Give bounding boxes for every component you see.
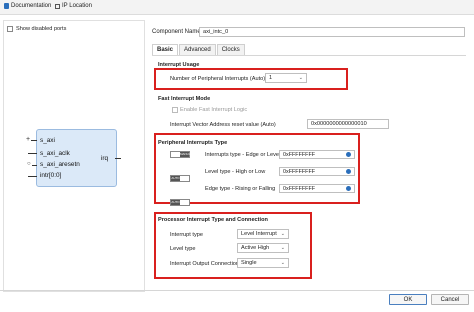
toggle-mode-text: MANUAL bbox=[180, 152, 193, 157]
port-pin bbox=[31, 140, 37, 142]
edge-level-input[interactable]: 0xFFFFFFFF bbox=[279, 150, 355, 159]
toggle-rising-falling[interactable]: AUTO bbox=[170, 199, 190, 206]
ip-location-icon bbox=[55, 3, 60, 9]
chevron-down-icon: ⌄ bbox=[298, 75, 303, 81]
edge-level-label: Interrupts type - Edge or Level bbox=[205, 152, 281, 158]
port-pin bbox=[28, 153, 37, 155]
port-s-axi: s_axi bbox=[40, 137, 55, 144]
reset-pin-icon: ○ bbox=[27, 161, 31, 167]
component-name-label: Component Name bbox=[152, 29, 201, 35]
processor-title: Processor Interrupt Type and Connection bbox=[158, 217, 268, 223]
output-connection-value: Single bbox=[241, 260, 257, 266]
level-type-value: Active High bbox=[241, 245, 270, 251]
interrupt-type-select[interactable]: Level Interrupt ⌄ bbox=[237, 229, 289, 239]
ok-button[interactable]: OK bbox=[389, 294, 427, 305]
high-low-input[interactable]: 0xFFFFFFFF bbox=[279, 167, 355, 176]
toggle-high-low[interactable]: AUTO bbox=[170, 175, 190, 182]
info-icon bbox=[346, 186, 351, 191]
port-irq: irq bbox=[101, 155, 109, 162]
documentation-label: Documentation bbox=[11, 3, 52, 9]
high-low-value: 0xFFFFFFFF bbox=[283, 168, 316, 175]
show-disabled-ports-label: Show disabled ports bbox=[16, 26, 67, 32]
plus-icon[interactable]: + bbox=[26, 136, 30, 143]
chevron-down-icon: ⌄ bbox=[280, 231, 285, 237]
interrupt-type-label: Interrupt type bbox=[170, 232, 203, 238]
chevron-down-icon: ⌄ bbox=[280, 260, 285, 266]
enable-fast-logic-checkbox[interactable] bbox=[172, 107, 178, 113]
port-pin bbox=[28, 176, 37, 178]
num-interrupts-value: 1 bbox=[269, 75, 273, 81]
chevron-down-icon: ⌄ bbox=[280, 245, 285, 251]
vector-address-label: Interrupt Vector Address reset value (Au… bbox=[170, 122, 276, 128]
level-type-label: Level type bbox=[170, 246, 196, 252]
interrupt-type-value: Level Interrupt bbox=[241, 231, 277, 237]
rising-falling-value: 0xFFFFFFFF bbox=[283, 185, 316, 192]
cancel-button[interactable]: Cancel bbox=[431, 294, 469, 305]
tab-bar: Basic Advanced Clocks bbox=[152, 44, 246, 55]
output-connection-label: Interrupt Output Connection bbox=[170, 261, 240, 267]
fast-mode-title: Fast Interrupt Mode bbox=[158, 96, 211, 102]
tab-divider bbox=[152, 55, 466, 56]
tab-advanced[interactable]: Advanced bbox=[179, 44, 216, 55]
rising-falling-input[interactable]: 0xFFFFFFFF bbox=[279, 184, 355, 193]
toggle-mode-text: AUTO bbox=[171, 176, 180, 181]
peripheral-title: Peripheral Interrupts Type bbox=[158, 140, 228, 146]
rising-falling-label: Edge type - Rising or Falling bbox=[205, 186, 276, 192]
tab-clocks[interactable]: Clocks bbox=[216, 44, 245, 55]
documentation-icon bbox=[4, 3, 9, 9]
show-disabled-ports-checkbox[interactable] bbox=[7, 26, 13, 32]
ip-location-link[interactable]: IP Location bbox=[55, 3, 92, 9]
high-low-label: Level type - High or Low bbox=[205, 169, 266, 175]
info-icon bbox=[346, 169, 351, 174]
vector-address-input[interactable]: 0x0000000000000010 bbox=[307, 119, 389, 129]
num-interrupts-select[interactable]: 1 ⌄ bbox=[265, 73, 307, 83]
component-name-input[interactable]: axi_intc_0 bbox=[199, 27, 465, 37]
port-s-axi-aresetn: s_axi_aresetn bbox=[40, 161, 80, 168]
toggle-mode-text: AUTO bbox=[171, 200, 180, 205]
toggle-edge-level[interactable]: MANUAL bbox=[170, 151, 193, 158]
port-s-axi-aclk: s_axi_aclk bbox=[40, 150, 70, 157]
port-pin bbox=[32, 165, 37, 167]
port-pin bbox=[115, 158, 121, 160]
footer-divider bbox=[0, 290, 474, 291]
documentation-link[interactable]: Documentation bbox=[4, 3, 51, 9]
info-icon bbox=[346, 152, 351, 157]
tab-basic[interactable]: Basic bbox=[152, 44, 179, 55]
port-intr: intr[0:0] bbox=[40, 172, 62, 179]
level-type-select[interactable]: Active High ⌄ bbox=[237, 243, 289, 253]
output-connection-select[interactable]: Single ⌄ bbox=[237, 258, 289, 268]
num-interrupts-label: Number of Peripheral Interrupts (Auto) bbox=[170, 76, 266, 82]
ip-location-label: IP Location bbox=[62, 3, 92, 9]
enable-fast-logic-label: Enable Fast Interrupt Logic bbox=[180, 107, 248, 113]
edge-level-value: 0xFFFFFFFF bbox=[283, 151, 316, 158]
